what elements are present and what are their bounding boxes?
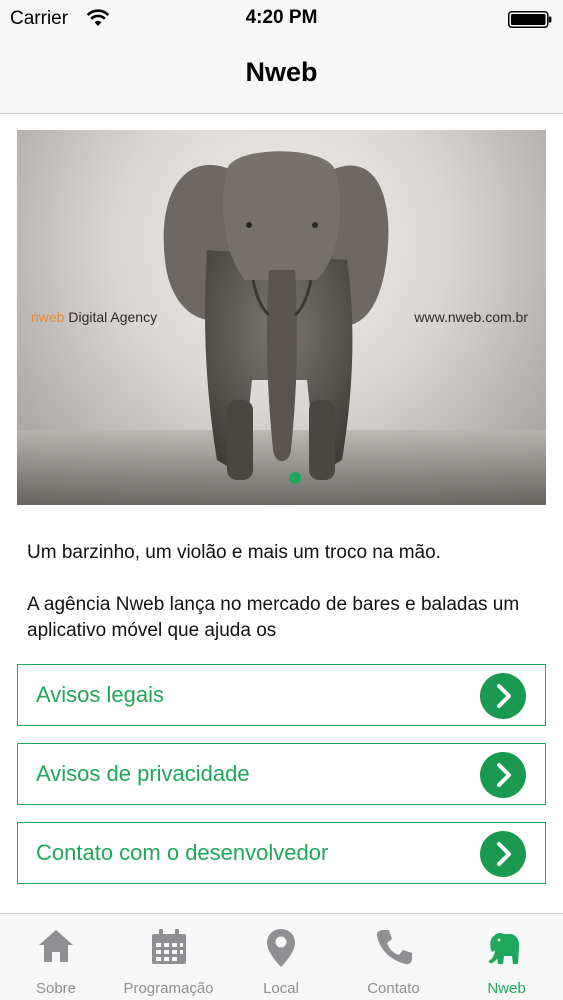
- hero-brand-tagline: Digital Agency: [64, 309, 158, 325]
- link-label: Avisos de privacidade: [36, 761, 250, 786]
- tab-programacao[interactable]: Programação: [112, 914, 225, 1000]
- status-bar: Carrier 4:20 PM: [0, 0, 563, 40]
- navigation-bar: Nweb: [0, 40, 563, 114]
- tab-label: Local: [263, 980, 299, 997]
- map-pin-icon: [267, 929, 295, 967]
- page-indicator-dot[interactable]: [289, 472, 301, 484]
- legal-notices-button[interactable]: Avisos legais: [17, 664, 546, 726]
- tab-label: Contato: [367, 980, 420, 997]
- calendar-icon: [151, 929, 186, 964]
- tab-label: Programação: [123, 980, 214, 997]
- tab-label: Sobre: [35, 980, 77, 997]
- description-text: Um barzinho, um violão e mais um troco n…: [27, 540, 537, 648]
- page-title: Nweb: [245, 57, 318, 87]
- tab-nweb[interactable]: Nweb: [450, 914, 563, 1000]
- status-time: 4:20 PM: [245, 7, 318, 28]
- battery-full-icon: [508, 11, 552, 28]
- hero-brand-name: nweb: [31, 309, 65, 325]
- tab-local[interactable]: Local: [225, 914, 337, 1000]
- chevron-right-icon: [480, 831, 526, 877]
- chevron-right-icon: [480, 673, 526, 719]
- link-label: Contato com o desenvolvedor: [36, 840, 329, 865]
- tab-bar: Sobre Programação Local Contato Nweb: [0, 913, 563, 1000]
- contact-developer-button[interactable]: Contato com o desenvolvedor: [17, 822, 546, 884]
- tab-sobre[interactable]: Sobre: [0, 914, 112, 1000]
- hero-banner[interactable]: nweb Digital Agency www.nweb.com.br: [17, 130, 546, 505]
- hero-caption-url: www.nweb.com.br: [414, 309, 528, 325]
- tab-label: Nweb: [487, 980, 526, 997]
- hero-caption-brand: nweb Digital Agency: [31, 309, 157, 325]
- phone-icon: [376, 930, 412, 965]
- home-icon: [39, 930, 73, 962]
- privacy-notices-button[interactable]: Avisos de privacidade: [17, 743, 546, 805]
- description-paragraph: A agência Nweb lança no mercado de bares…: [27, 594, 520, 641]
- chevron-right-icon: [480, 752, 526, 798]
- tab-contato[interactable]: Contato: [337, 914, 450, 1000]
- description-paragraph: Um barzinho, um violão e mais um troco n…: [27, 542, 441, 563]
- elephant-icon: [488, 932, 519, 964]
- link-label: Avisos legais: [36, 682, 164, 707]
